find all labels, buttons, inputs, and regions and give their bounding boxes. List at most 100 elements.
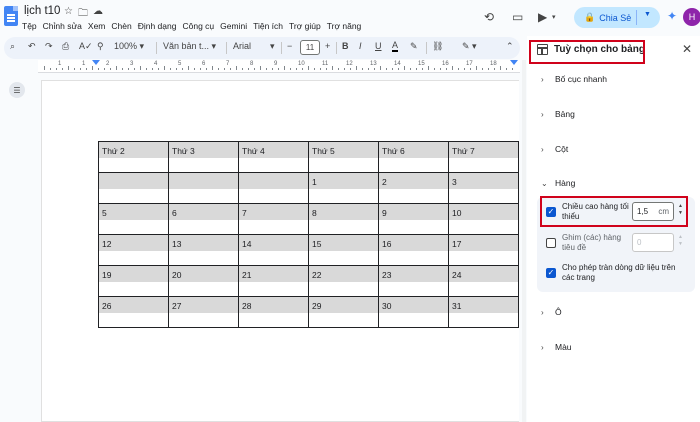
vertical-scrollbar[interactable] — [522, 60, 526, 422]
insert-link-icon[interactable]: ⛓ — [432, 41, 443, 52]
editing-mode-icon[interactable]: ✎ ▾ — [462, 41, 477, 52]
undo-icon[interactable]: ↶ — [28, 41, 36, 52]
table-cell[interactable]: Thứ 3 — [168, 141, 239, 173]
table-cell[interactable]: 3 — [448, 172, 519, 204]
ruler-tick — [122, 68, 123, 70]
table-cell[interactable]: 15 — [308, 234, 379, 266]
history-icon[interactable]: ⟲ — [484, 10, 494, 24]
menu-accessibility[interactable]: Trợ năng — [327, 21, 362, 31]
table-cell[interactable]: 23 — [378, 265, 449, 297]
table-cell[interactable] — [168, 172, 239, 204]
section-quick-layout[interactable]: › Bố cục nhanh — [541, 74, 607, 84]
paragraph-style-select[interactable]: Văn bản t... ▾ — [163, 41, 216, 52]
pin-header-rows-checkbox[interactable] — [546, 238, 556, 248]
table-cell[interactable]: Thứ 5 — [308, 141, 379, 173]
section-label: Bố cục nhanh — [555, 74, 607, 84]
pin-header-rows-input[interactable]: 0 — [632, 233, 674, 252]
table-cell[interactable]: Thứ 7 — [448, 141, 519, 173]
table-cell[interactable] — [98, 172, 169, 204]
menu-edit[interactable]: Chỉnh sửa — [43, 21, 82, 31]
table-cell[interactable]: 20 — [168, 265, 239, 297]
highlight-color-icon[interactable]: ✎ — [410, 41, 418, 52]
table-cell[interactable]: 31 — [448, 296, 519, 328]
table-cell[interactable]: 17 — [448, 234, 519, 266]
table-cell[interactable]: 14 — [238, 234, 309, 266]
table-cell[interactable]: 10 — [448, 203, 519, 235]
ruler-tick — [62, 68, 63, 70]
table-cell[interactable]: 24 — [448, 265, 519, 297]
section-table[interactable]: › Bảng — [541, 109, 575, 119]
table-cell[interactable]: 29 — [308, 296, 379, 328]
search-menus-icon[interactable]: ⌕ — [10, 41, 15, 52]
table-cell[interactable]: 16 — [378, 234, 449, 266]
menu-file[interactable]: Tệp — [22, 21, 37, 31]
menu-extensions[interactable]: Tiện ích — [253, 21, 283, 31]
table-cell[interactable]: 19 — [98, 265, 169, 297]
allow-row-overflow-checkbox[interactable]: ✓ — [546, 268, 556, 278]
spellcheck-icon[interactable]: A✓ — [79, 41, 93, 52]
gemini-icon[interactable]: ✦ — [667, 9, 677, 23]
meet-icon[interactable]: ▶ — [538, 10, 547, 24]
section-cell[interactable]: › Ô — [541, 307, 562, 317]
paint-format-icon[interactable]: ⚲ — [97, 41, 104, 52]
table-cell[interactable]: 9 — [378, 203, 449, 235]
ruler-right-margin-marker[interactable] — [510, 60, 518, 65]
decrease-font-size-button[interactable]: − — [287, 41, 292, 51]
document-page[interactable]: Thứ 2 Thứ 3 Thứ 4 Thứ 5 Thứ 6 Thứ 7 1 2 3 5 6 7 8 9 10… — [41, 80, 519, 422]
avatar[interactable]: H — [683, 8, 700, 26]
cell-text: Thứ 3 — [172, 146, 195, 156]
table-cell[interactable]: 22 — [308, 265, 379, 297]
table-cell[interactable]: 12 — [98, 234, 169, 266]
cell-shading — [239, 204, 308, 220]
table-cell[interactable]: 27 — [168, 296, 239, 328]
menu-insert[interactable]: Chèn — [111, 21, 131, 31]
section-color[interactable]: › Màu — [541, 342, 572, 352]
close-icon[interactable]: ✕ — [682, 42, 692, 56]
menu-format[interactable]: Định dạng — [138, 21, 177, 31]
share-dropdown-icon[interactable]: ▼ — [644, 11, 651, 18]
table-cell[interactable]: Thứ 4 — [238, 141, 309, 173]
font-dropdown-icon[interactable]: ▾ — [270, 41, 275, 52]
table-cell[interactable]: 2 — [378, 172, 449, 204]
menu-help[interactable]: Trợ giúp — [289, 21, 321, 31]
text-color-icon[interactable]: A — [392, 41, 399, 52]
docs-logo-icon[interactable] — [4, 6, 18, 26]
section-column[interactable]: › Cột — [541, 144, 568, 154]
table-cell[interactable]: Thứ 2 — [98, 141, 169, 173]
zoom-select[interactable]: 100% ▾ — [114, 41, 144, 52]
table-cell[interactable]: Thứ 6 — [378, 141, 449, 173]
meet-dropdown-icon[interactable]: ▾ — [552, 13, 556, 21]
table-cell[interactable]: 8 — [308, 203, 379, 235]
comments-icon[interactable]: ▭ — [512, 10, 523, 24]
table-cell[interactable]: 21 — [238, 265, 309, 297]
table-cell[interactable]: 26 — [98, 296, 169, 328]
document-outline-button[interactable]: ☰ — [9, 82, 25, 98]
print-icon[interactable]: ⎙ — [62, 41, 69, 52]
share-button[interactable]: 🔒 Chia Sẻ ▼ — [574, 7, 660, 28]
ruler-indent-marker[interactable] — [92, 60, 100, 65]
underline-icon[interactable]: U — [375, 41, 382, 51]
pin-header-rows-stepper[interactable]: ▲ ▼ — [678, 234, 683, 248]
bold-icon[interactable]: B — [342, 41, 349, 51]
table-cell[interactable] — [238, 172, 309, 204]
font-size-input[interactable]: 11 — [300, 40, 320, 55]
increase-font-size-button[interactable]: + — [325, 41, 330, 51]
italic-icon[interactable]: I — [359, 41, 362, 51]
document-title[interactable]: lịch t10 — [24, 5, 60, 17]
menu-gemini[interactable]: Gemini — [220, 21, 247, 31]
table-cell[interactable]: 1 — [308, 172, 379, 204]
horizontal-ruler[interactable]: 1 1 2 3 4 5 6 7 8 9 10 11 12 13 14 15 16 17 18 — [38, 60, 520, 73]
table-cell[interactable]: 5 — [98, 203, 169, 235]
font-select[interactable]: Arial — [233, 41, 251, 51]
table-cell[interactable]: 7 — [238, 203, 309, 235]
section-row[interactable]: ⌄ Hàng — [541, 178, 575, 188]
table-cell[interactable]: 13 — [168, 234, 239, 266]
menu-view[interactable]: Xem — [88, 21, 105, 31]
menu-tools[interactable]: Công cụ — [182, 21, 214, 31]
collapse-toolbar-icon[interactable]: ⌃ — [506, 41, 514, 52]
calendar-table[interactable]: Thứ 2 Thứ 3 Thứ 4 Thứ 5 Thứ 6 Thứ 7 1 2 3 5 6 7 8 9 10… — [98, 141, 519, 328]
redo-icon[interactable]: ↷ — [45, 41, 53, 52]
table-cell[interactable]: 30 — [378, 296, 449, 328]
table-cell[interactable]: 28 — [238, 296, 309, 328]
table-cell[interactable]: 6 — [168, 203, 239, 235]
